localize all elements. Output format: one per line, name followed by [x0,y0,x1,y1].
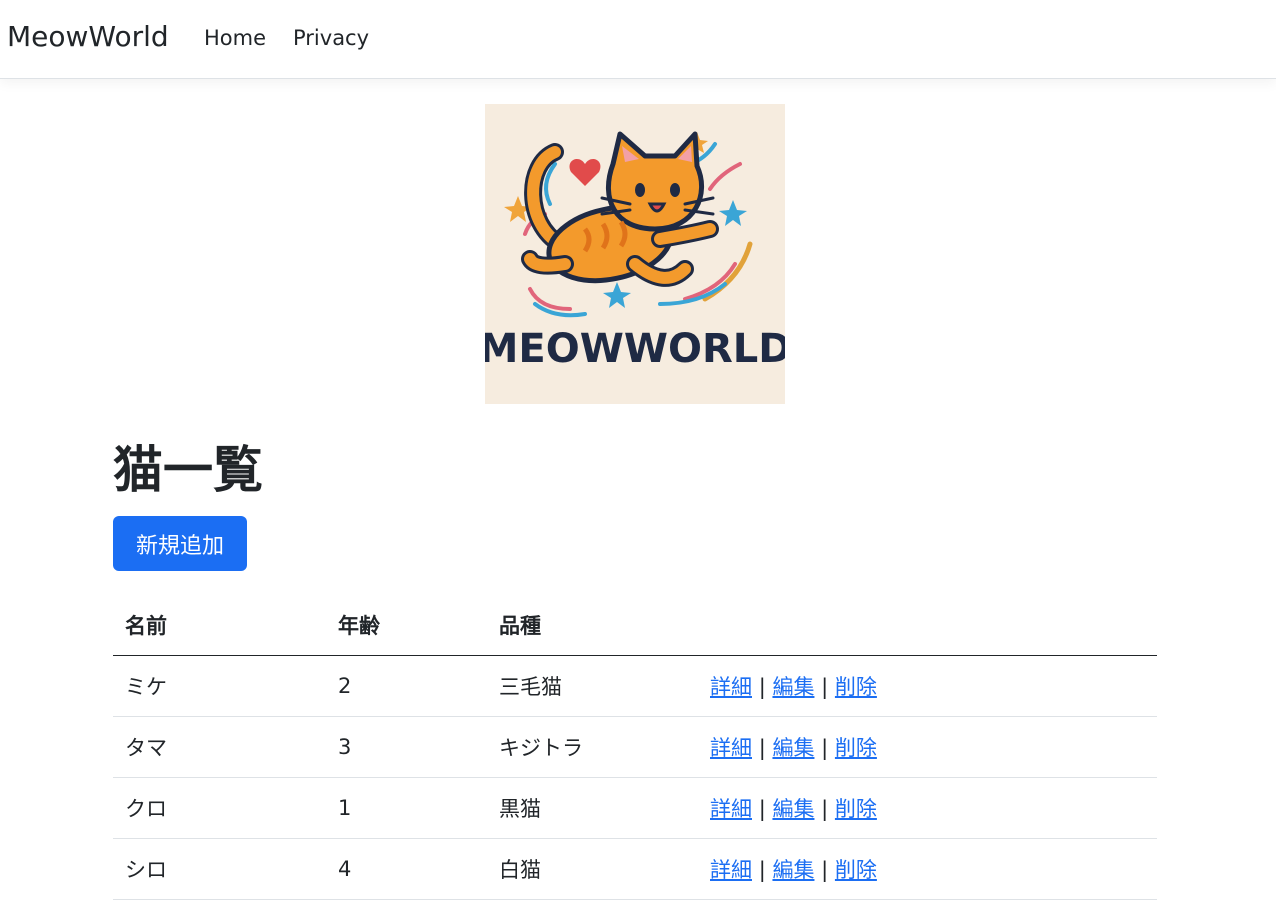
details-link[interactable]: 詳細 [710,736,752,760]
separator: | [821,796,829,821]
header-actions [700,596,1157,656]
header-name: 名前 [113,596,326,656]
cell-breed: 黒猫 [487,777,700,839]
separator: | [758,735,766,760]
table-row: シロ 4 白猫 詳細 | 編集 | 削除 [113,838,1157,900]
delete-link[interactable]: 削除 [835,736,877,760]
separator: | [821,674,829,699]
page-title: 猫一覧 [113,441,263,499]
cell-name: シロ [113,838,326,900]
table-row: ミケ 2 三毛猫 詳細 | 編集 | 削除 [113,655,1157,717]
cell-actions: 詳細 | 編集 | 削除 [700,716,1157,778]
table-row: タマ 3 キジトラ 詳細 | 編集 | 削除 [113,716,1157,778]
cell-age: 4 [326,838,487,900]
header-breed: 品種 [487,596,700,656]
cell-actions: 詳細 | 編集 | 削除 [700,838,1157,900]
separator: | [821,857,829,882]
cell-age: 3 [326,716,487,778]
cell-name: クロ [113,777,326,839]
nav-privacy-link[interactable]: Privacy [293,26,369,50]
details-link[interactable]: 詳細 [710,675,752,699]
cell-breed: キジトラ [487,716,700,778]
cell-breed: 三毛猫 [487,655,700,717]
cell-age: 1 [326,777,487,839]
brand-link[interactable]: MeowWorld [7,20,169,53]
cell-name: ミケ [113,655,326,717]
table-header-row: 名前 年齢 品種 [113,596,1157,656]
separator: | [758,857,766,882]
meowworld-logo: MEOWWORLD [485,104,785,404]
delete-link[interactable]: 削除 [835,858,877,882]
cell-age: 2 [326,655,487,717]
details-link[interactable]: 詳細 [710,858,752,882]
delete-link[interactable]: 削除 [835,797,877,821]
details-link[interactable]: 詳細 [710,797,752,821]
header-age: 年齢 [326,596,487,656]
edit-link[interactable]: 編集 [772,858,814,882]
add-new-button[interactable]: 新規追加 [113,516,247,571]
delete-link[interactable]: 削除 [835,675,877,699]
cell-breed: 白猫 [487,838,700,900]
cats-table: 名前 年齢 品種 ミケ 2 三毛猫 詳細 | 編集 | 削除 タマ 3 キジトラ… [113,596,1157,900]
separator: | [821,735,829,760]
table-row: クロ 1 黒猫 詳細 | 編集 | 削除 [113,777,1157,839]
logo-text: MEOWWORLD [485,326,785,372]
nav-home-link[interactable]: Home [204,26,266,50]
navbar: MeowWorld Home Privacy [0,0,1276,79]
edit-link[interactable]: 編集 [772,736,814,760]
cell-actions: 詳細 | 編集 | 削除 [700,777,1157,839]
edit-link[interactable]: 編集 [772,797,814,821]
cell-actions: 詳細 | 編集 | 削除 [700,655,1157,717]
separator: | [758,796,766,821]
edit-link[interactable]: 編集 [772,675,814,699]
separator: | [758,674,766,699]
cell-name: タマ [113,716,326,778]
